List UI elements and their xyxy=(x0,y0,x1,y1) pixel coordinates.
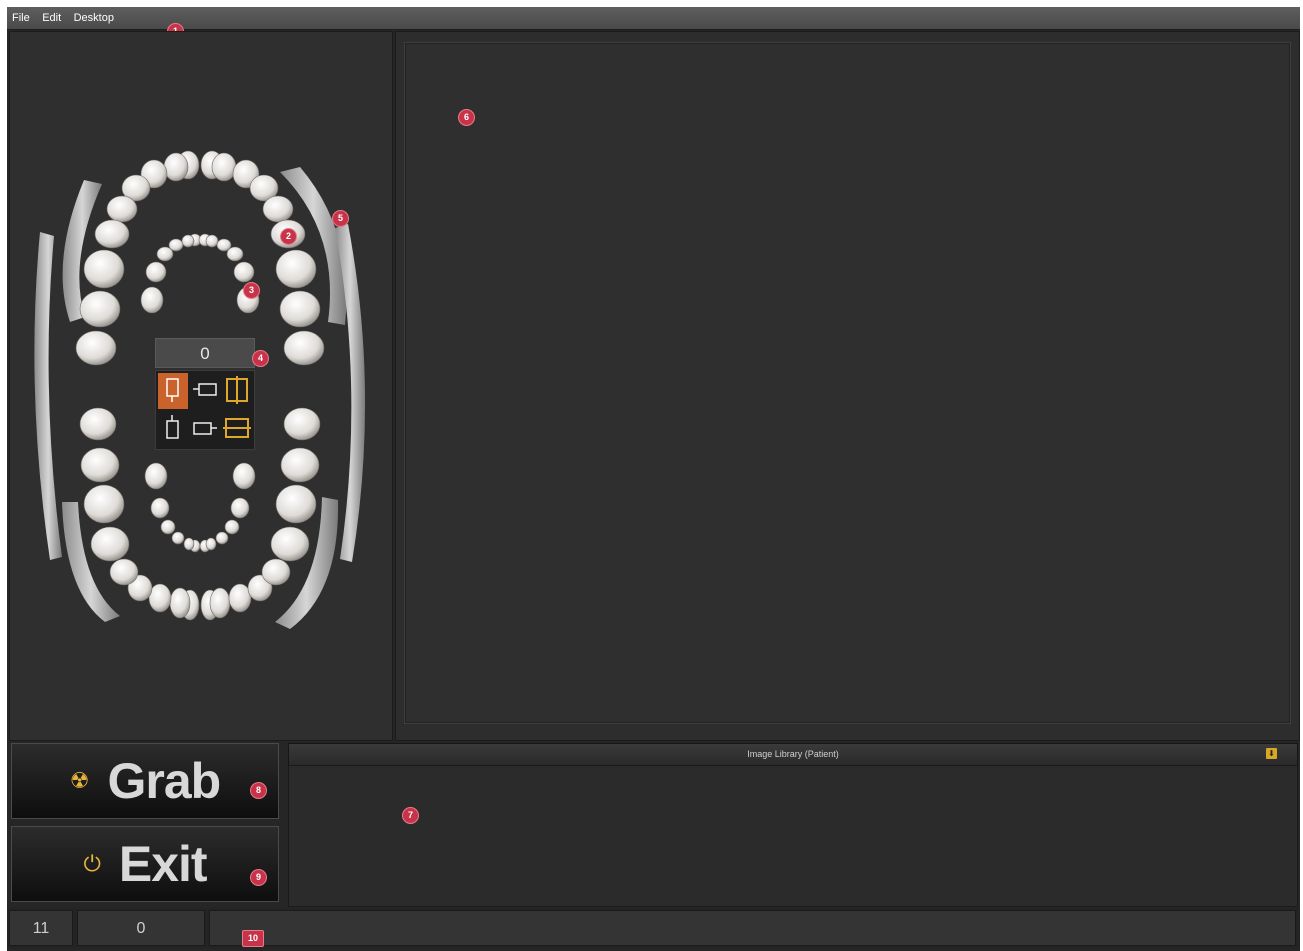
callout-badge-2: 2 xyxy=(280,228,297,245)
status-bar: 11 0 10 xyxy=(7,908,1300,948)
grab-button-label: Grab xyxy=(107,753,222,809)
adult-lower-tooth[interactable] xyxy=(228,583,252,613)
image-count-display: 0 xyxy=(155,338,255,368)
image-viewport[interactable] xyxy=(404,42,1291,724)
primary-upper-tooth[interactable] xyxy=(145,261,167,283)
menu-file[interactable]: File xyxy=(9,7,33,29)
callout-badge-4: 4 xyxy=(252,350,269,367)
primary-lower-tooth[interactable] xyxy=(224,519,240,535)
adult-lower-tooth[interactable] xyxy=(83,484,125,524)
menu-desktop[interactable]: Desktop xyxy=(71,7,117,29)
status-cell-id: 11 xyxy=(9,910,73,946)
image-library-header: Image Library (Patient) ⬇ xyxy=(288,743,1298,766)
callout-badge-10: 10 xyxy=(242,930,264,947)
primary-upper-tooth[interactable] xyxy=(226,246,244,262)
status-message xyxy=(209,910,1296,946)
sensor-horizontal-alt-icon xyxy=(193,422,212,435)
grab-button[interactable]: ☢ Grab xyxy=(11,743,279,819)
primary-lower-tooth[interactable] xyxy=(144,462,168,490)
status-cell-count: 0 xyxy=(77,910,205,946)
primary-upper-tooth[interactable] xyxy=(181,234,195,248)
callout-badge-8: 8 xyxy=(250,782,267,799)
primary-lower-tooth[interactable] xyxy=(160,519,176,535)
adult-upper-tooth[interactable] xyxy=(106,195,138,223)
primary-upper-tooth[interactable] xyxy=(140,286,164,314)
callout-badge-5: 5 xyxy=(332,210,349,227)
adult-lower-tooth[interactable] xyxy=(261,558,291,586)
adult-upper-tooth[interactable] xyxy=(83,249,125,289)
adult-upper-tooth[interactable] xyxy=(279,290,321,328)
primary-lower-tooth[interactable] xyxy=(183,537,195,551)
callout-badge-7: 7 xyxy=(402,807,419,824)
power-icon: ⏻ xyxy=(83,851,101,876)
tooth-chart-panel: 0 2 3 4 5 xyxy=(9,31,393,741)
adult-lower-tooth[interactable] xyxy=(109,558,139,586)
sensor-vertical-outline-icon xyxy=(166,420,179,439)
adult-upper-tooth[interactable] xyxy=(211,152,237,182)
adult-lower-tooth[interactable] xyxy=(80,447,120,483)
app-window: File Edit Desktop 1 xyxy=(7,7,1300,951)
primary-lower-tooth[interactable] xyxy=(232,462,256,490)
adult-lower-tooth[interactable] xyxy=(148,583,172,613)
exit-button[interactable]: ⏻ Exit xyxy=(11,826,279,902)
adult-upper-tooth[interactable] xyxy=(262,195,294,223)
adult-lower-tooth[interactable] xyxy=(283,407,321,441)
primary-lower-tooth[interactable] xyxy=(150,497,170,519)
radiation-icon: ☢ xyxy=(69,768,90,793)
arrow-down-icon[interactable]: ⬇ xyxy=(1266,748,1277,759)
full-arc-left[interactable] xyxy=(34,232,62,560)
primary-upper-tooth[interactable] xyxy=(156,246,174,262)
primary-lower-tooth[interactable] xyxy=(171,531,185,545)
adult-lower-tooth[interactable] xyxy=(270,526,310,562)
adult-upper-tooth[interactable] xyxy=(163,152,189,182)
adult-upper-tooth[interactable] xyxy=(275,249,317,289)
adult-lower-tooth[interactable] xyxy=(79,407,117,441)
primary-lower-tooth[interactable] xyxy=(230,497,250,519)
adult-lower-tooth[interactable] xyxy=(275,484,317,524)
callout-badge-9: 9 xyxy=(250,869,267,886)
menu-edit[interactable]: Edit xyxy=(39,7,64,29)
primary-lower-tooth[interactable] xyxy=(205,537,217,551)
adult-upper-tooth[interactable] xyxy=(283,330,325,366)
exit-button-label: Exit xyxy=(118,836,208,892)
adult-lower-tooth[interactable] xyxy=(280,447,320,483)
mode-sensor-vertical[interactable] xyxy=(158,411,188,447)
sensor-horizontal-icon xyxy=(198,383,217,396)
image-library-strip[interactable] xyxy=(288,765,1298,907)
adult-lower-tooth[interactable] xyxy=(90,526,130,562)
adult-lower-tooth[interactable] xyxy=(169,587,191,619)
adult-upper-tooth[interactable] xyxy=(79,290,121,328)
callout-badge-6: 6 xyxy=(458,109,475,126)
menu-bar: File Edit Desktop xyxy=(7,7,1300,30)
adult-upper-tooth[interactable] xyxy=(94,219,130,249)
adult-lower-tooth[interactable] xyxy=(209,587,231,619)
primary-lower-tooth[interactable] xyxy=(215,531,229,545)
primary-upper-tooth[interactable] xyxy=(233,261,255,283)
acquisition-mode-grid xyxy=(155,370,255,450)
callout-badge-3: 3 xyxy=(243,282,260,299)
adult-upper-tooth[interactable] xyxy=(75,330,117,366)
image-viewer: 6 xyxy=(395,31,1300,741)
image-library-title: Image Library (Patient) xyxy=(747,749,839,759)
primary-upper-tooth[interactable] xyxy=(205,234,219,248)
